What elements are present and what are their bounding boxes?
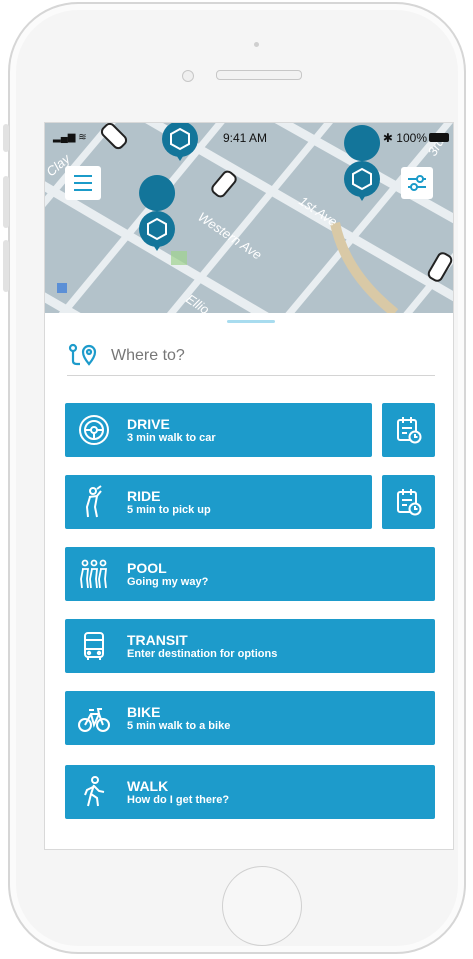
pool-title: POOL [127,560,167,576]
transit-title: TRANSIT [127,632,188,648]
bike-title: BIKE [127,704,161,720]
proximity-sensor [254,42,259,47]
mute-switch [3,124,9,152]
signal-icon: ▂▄▆ ≋ [53,132,87,143]
person-hailing-icon [85,485,102,518]
drive-subtitle: 3 min walk to car [127,432,216,444]
steering-wheel-icon [79,415,109,445]
bike-subtitle: 5 min walk to a bike [127,720,231,732]
map-view[interactable]: Western Ave 1st Ave Clay Ellio 3rd ▂▄▆ ≋… [45,123,453,313]
pool-button[interactable]: POOL Going my way? [65,547,435,601]
battery-percent: ✱ 100% [382,131,427,145]
front-camera [182,70,194,82]
ride-subtitle: 5 min to pick up [127,504,211,516]
search-placeholder: Where to? [111,347,185,364]
sliders-icon [408,175,426,191]
walking-person-icon [84,776,105,807]
status-time: 9:41 AM [223,131,268,145]
walk-button[interactable]: WALK How do I get there? [65,765,435,819]
hamburger-line [74,175,92,177]
ride-button[interactable]: RIDE 5 min to pick up [65,475,372,529]
earpiece-speaker [216,70,302,80]
drive-title: DRIVE [127,416,170,432]
ride-schedule-button[interactable] [382,475,435,529]
bus-icon [84,632,104,660]
bicycle-icon [78,708,110,732]
transit-button[interactable]: TRANSIT Enter destination for options [65,619,435,673]
home-button[interactable] [222,866,302,946]
volume-up-button [3,176,9,228]
menu-button[interactable] [65,166,101,200]
walk-title: WALK [127,778,169,794]
drive-button[interactable]: DRIVE 3 min walk to car [65,403,372,457]
pool-subtitle: Going my way? [127,576,209,588]
group-people-icon [80,559,107,589]
walk-subtitle: How do I get there? [127,794,230,806]
battery-icon [429,133,449,142]
route-pin-icon [68,343,97,366]
calendar-clock-icon [397,489,422,516]
destination-search[interactable]: Where to? [67,335,435,376]
transit-subtitle: Enter destination for options [127,648,278,660]
volume-down-button [3,240,9,292]
calendar-clock-icon [397,417,422,444]
status-bar: ▂▄▆ ≋ 9:41 AM ✱ 100% [45,129,453,147]
hamburger-line [74,182,92,184]
bike-button[interactable]: BIKE 5 min walk to a bike [65,691,435,745]
drag-handle[interactable] [227,320,275,323]
app-screen: Western Ave 1st Ave Clay Ellio 3rd ▂▄▆ ≋… [44,122,454,850]
filter-button[interactable] [401,167,433,199]
ride-title: RIDE [127,488,161,504]
map-graphic: Western Ave 1st Ave Clay Ellio 3rd [45,123,453,313]
drive-schedule-button[interactable] [382,403,435,457]
hamburger-line [74,189,92,191]
